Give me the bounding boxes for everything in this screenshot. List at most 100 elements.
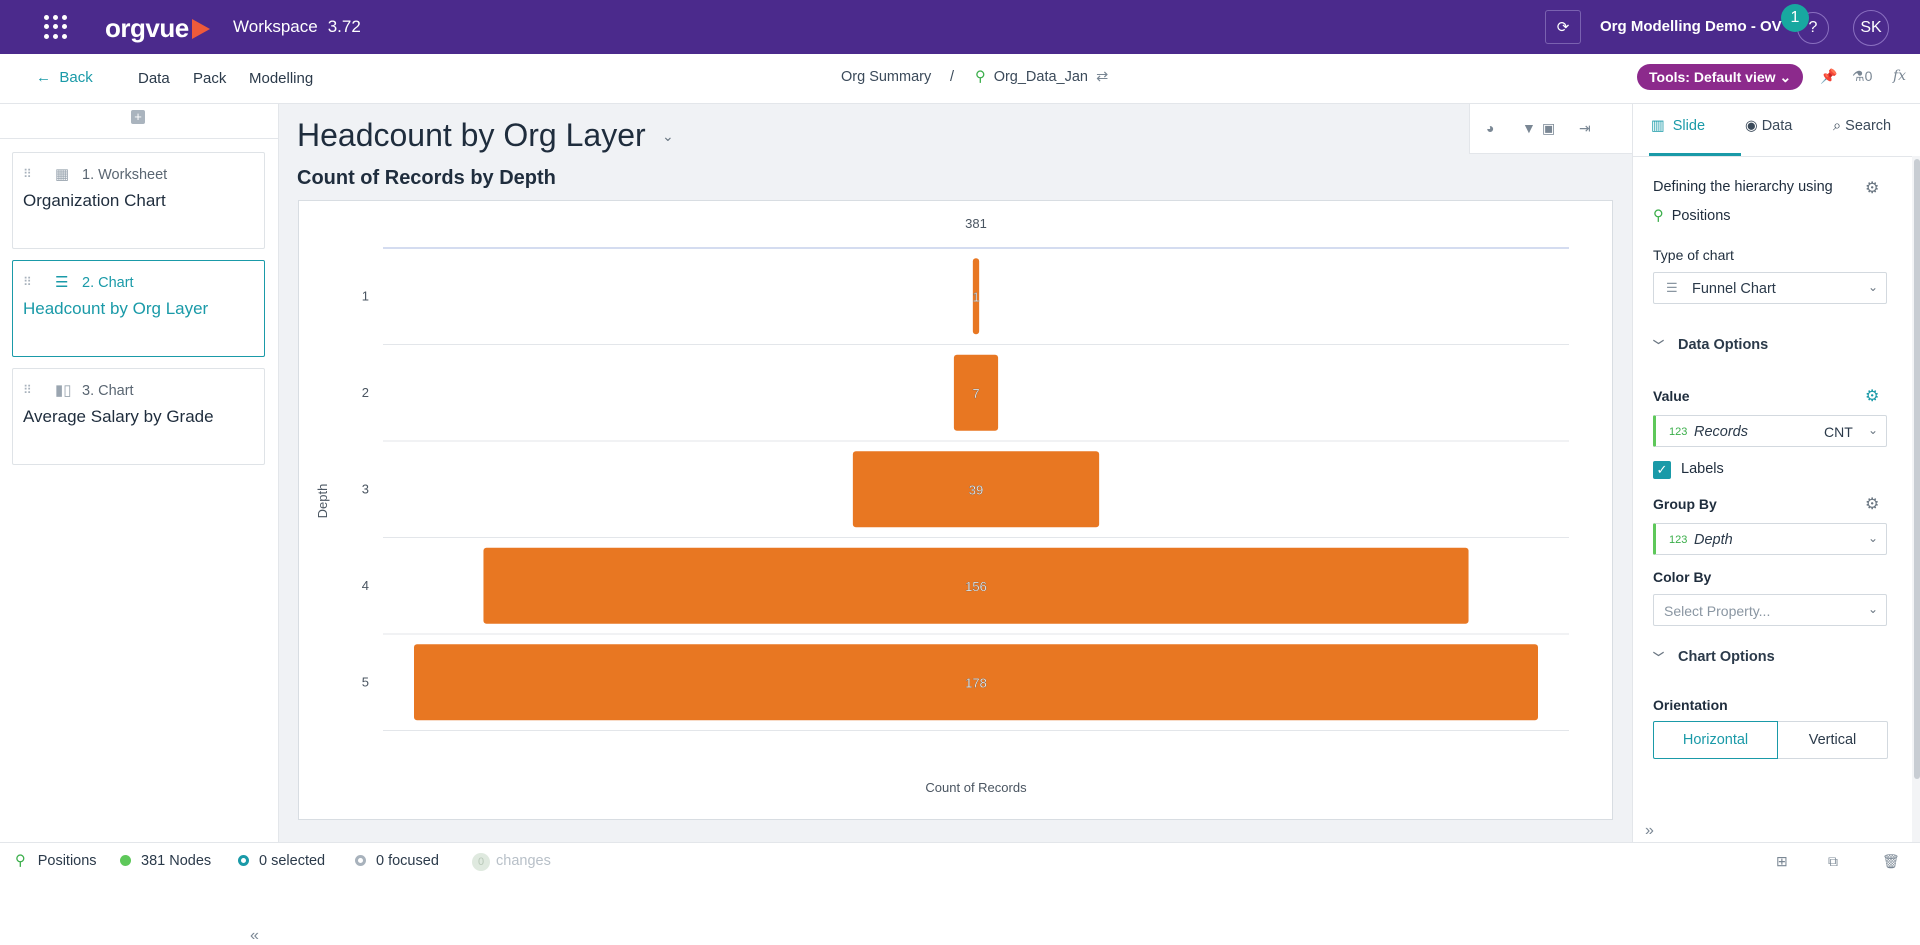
formula-icon[interactable]: fx xyxy=(1893,68,1906,84)
notification-badge[interactable]: 1 xyxy=(1781,4,1809,32)
user-avatar[interactable]: SK xyxy=(1853,10,1889,46)
value-label: Value xyxy=(1653,388,1690,404)
hierarchy-label: Defining the hierarchy using xyxy=(1653,179,1833,195)
orientation-label: Orientation xyxy=(1653,697,1728,713)
worksheet-icon: ▦ xyxy=(55,166,70,183)
palette-icon[interactable]: ◕ xyxy=(1486,120,1494,136)
chevron-down-icon: ⌄ xyxy=(1867,602,1878,616)
gear-icon[interactable]: ⚙ xyxy=(1865,386,1879,406)
gear-icon[interactable]: ⚙ xyxy=(1865,178,1879,198)
comment-icon[interactable]: ▣ xyxy=(1542,120,1555,137)
x-axis-label: Count of Records xyxy=(925,780,1027,795)
color-by-select[interactable]: Select Property... ⌄ xyxy=(1653,594,1887,626)
back-label: Back xyxy=(59,69,93,86)
numeric-type-tag: 123 xyxy=(1669,426,1688,438)
check-icon: ✓ xyxy=(1656,462,1668,477)
divider xyxy=(1633,156,1920,157)
selected-icon xyxy=(238,855,249,866)
y-tick-label: 2 xyxy=(362,385,369,400)
flask-icon: ⚗ xyxy=(1852,68,1865,84)
status-nodes: 381 Nodes xyxy=(120,853,211,869)
copy-icon[interactable]: ⧉ xyxy=(1828,853,1838,870)
status-focused-label: 0 focused xyxy=(376,853,439,869)
data-options-section[interactable]: ﹀ Data Options xyxy=(1653,337,1768,353)
back-button[interactable]: ← Back xyxy=(36,69,93,86)
color-by-placeholder: Select Property... xyxy=(1664,603,1771,619)
chevron-down-icon: ⌄ xyxy=(1779,68,1792,85)
chevron-down-icon: ⌄ xyxy=(1867,280,1878,294)
slide-type: 2. Chart xyxy=(82,275,134,291)
project-name[interactable]: Org Modelling Demo - OV xyxy=(1600,18,1782,35)
drag-handle-icon[interactable]: ⠿ xyxy=(23,383,32,397)
pin-icon[interactable]: 📌 xyxy=(1820,68,1837,85)
chevron-down-icon: ⌄ xyxy=(1867,531,1878,545)
group-by-select[interactable]: 123 Depth ⌄ xyxy=(1653,523,1887,555)
status-changes[interactable]: 0 changes xyxy=(472,853,551,871)
gear-icon[interactable]: ⚙ xyxy=(1865,494,1879,514)
nav-data[interactable]: Data xyxy=(138,70,170,87)
changes-count: 0 xyxy=(472,853,490,871)
orgvue-logo[interactable]: orgvue xyxy=(105,13,210,44)
value-aggregation[interactable]: CNT xyxy=(1824,424,1853,440)
breadcrumb-dataset[interactable]: ⚲ Org_Data_Jan ⇄ xyxy=(975,69,1108,85)
delete-icon[interactable]: 🗑 xyxy=(1882,853,1900,870)
status-positions[interactable]: ⚲ Positions xyxy=(15,853,97,869)
chart-options-section[interactable]: ﹀ Chart Options xyxy=(1653,649,1775,665)
arrow-left-icon: ← xyxy=(36,69,51,86)
app-grid-icon[interactable] xyxy=(44,15,68,39)
chart-icon: ▥ xyxy=(1651,118,1665,134)
labels-checkbox[interactable]: ✓ xyxy=(1653,461,1671,479)
data-label: 178 xyxy=(965,675,987,690)
sync-button[interactable]: ⟳ xyxy=(1545,10,1581,44)
orientation-vertical[interactable]: Vertical xyxy=(1778,721,1888,759)
color-by-label: Color By xyxy=(1653,569,1712,585)
bar-chart-icon: ▮▯ xyxy=(55,382,72,399)
y-tick-label: 5 xyxy=(362,674,369,689)
chart-type-select[interactable]: ☰ Funnel Chart ⌄ xyxy=(1653,272,1887,304)
hierarchy-value[interactable]: ⚲ Positions xyxy=(1653,208,1731,224)
properties-panel: ▥ Slide ◉ Data ⌕ Search Defining the hie… xyxy=(1632,104,1920,842)
drag-handle-icon[interactable]: ⠿ xyxy=(23,167,32,181)
tab-data[interactable]: ◉ Data xyxy=(1745,118,1792,134)
flask-counter[interactable]: ⚗0 xyxy=(1852,68,1872,85)
scrollbar-thumb[interactable] xyxy=(1914,159,1920,779)
dataset-name: Org_Data_Jan xyxy=(993,69,1088,85)
orientation-horizontal[interactable]: Horizontal xyxy=(1653,721,1778,759)
add-slide-icon[interactable]: + xyxy=(131,110,145,124)
export-icon[interactable]: ⇥ xyxy=(1579,120,1591,137)
filter-icon[interactable]: ▼ xyxy=(1522,120,1536,136)
breadcrumb-separator: / xyxy=(950,69,955,85)
expand-right-icon[interactable]: » xyxy=(1645,822,1654,840)
funnel-chart[interactable]: 381 1 1 7 2 39 3 156 4 178 5 Depth Count of Records xyxy=(298,200,1613,820)
data-label: 1 xyxy=(972,289,979,304)
chevron-down-icon: ⌄ xyxy=(1867,423,1878,437)
tab-search[interactable]: ⌕ Search xyxy=(1833,118,1891,134)
tab-label: Search xyxy=(1845,118,1892,134)
y-tick-label: 4 xyxy=(362,578,369,593)
search-icon: ⌕ xyxy=(1833,118,1842,134)
swap-icon[interactable]: ⇄ xyxy=(1096,69,1108,85)
tools-view-dropdown[interactable]: Tools: Default view ⌄ xyxy=(1637,64,1804,90)
data-label: 156 xyxy=(965,579,987,594)
drag-handle-icon[interactable]: ⠿ xyxy=(23,275,32,289)
slide-card-2[interactable]: ⠿ ☰ 2. Chart Headcount by Org Layer xyxy=(12,260,265,357)
slide-card-1[interactable]: ⠿ ▦ 1. Worksheet Organization Chart xyxy=(12,152,265,249)
nav-modelling[interactable]: Modelling xyxy=(249,70,313,87)
status-focused[interactable]: 0 focused xyxy=(355,853,439,869)
slide-list-panel: + ⠿ ▦ 1. Worksheet Organization Chart ⠿ … xyxy=(0,104,279,944)
nav-pack[interactable]: Pack xyxy=(193,70,226,87)
status-selected[interactable]: 0 selected xyxy=(238,853,325,869)
chart-type-value: Funnel Chart xyxy=(1692,281,1776,297)
add-node-icon[interactable]: ⊞ xyxy=(1776,853,1788,870)
tab-slide[interactable]: ▥ Slide xyxy=(1651,118,1705,134)
chevron-down-icon: ﹀ xyxy=(1653,340,1664,352)
slide-card-3[interactable]: ⠿ ▮▯ 3. Chart Average Salary by Grade xyxy=(12,368,265,465)
chevron-down-icon[interactable]: ⌄ xyxy=(662,128,674,145)
breadcrumb-pack[interactable]: Org Summary xyxy=(841,69,931,85)
funnel-chart-icon: ☰ xyxy=(1666,280,1678,295)
value-field-select[interactable]: 123 Records CNT ⌄ xyxy=(1653,415,1887,447)
collapse-left-icon[interactable]: « xyxy=(250,927,259,945)
page-title[interactable]: Headcount by Org Layer xyxy=(297,117,646,154)
flask-count: 0 xyxy=(1864,68,1873,84)
tools-label: Tools: Default view xyxy=(1649,69,1776,85)
